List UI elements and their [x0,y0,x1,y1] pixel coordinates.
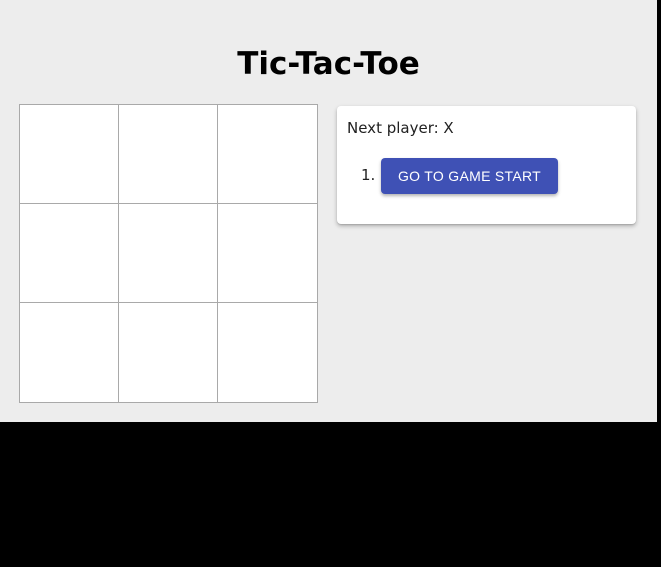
board-square-4[interactable] [20,204,119,303]
board-square-1[interactable] [20,105,119,204]
page-title: Tic-Tac-Toe [237,46,420,82]
game-app: Tic-Tac-Toe Next player: X 1. GO TO GAME… [0,0,657,422]
board-square-8[interactable] [119,303,218,402]
board-square-9[interactable] [218,303,317,402]
status-text: Next player: X [347,119,454,137]
move-number: 1. [361,166,376,184]
game-info-panel: Next player: X 1. GO TO GAME START [337,106,636,224]
board-square-5[interactable] [119,204,218,303]
go-to-game-start-button[interactable]: GO TO GAME START [381,158,558,194]
game-board [19,104,318,403]
board-square-7[interactable] [20,303,119,402]
board-square-3[interactable] [218,105,317,204]
board-square-6[interactable] [218,204,317,303]
board-square-2[interactable] [119,105,218,204]
